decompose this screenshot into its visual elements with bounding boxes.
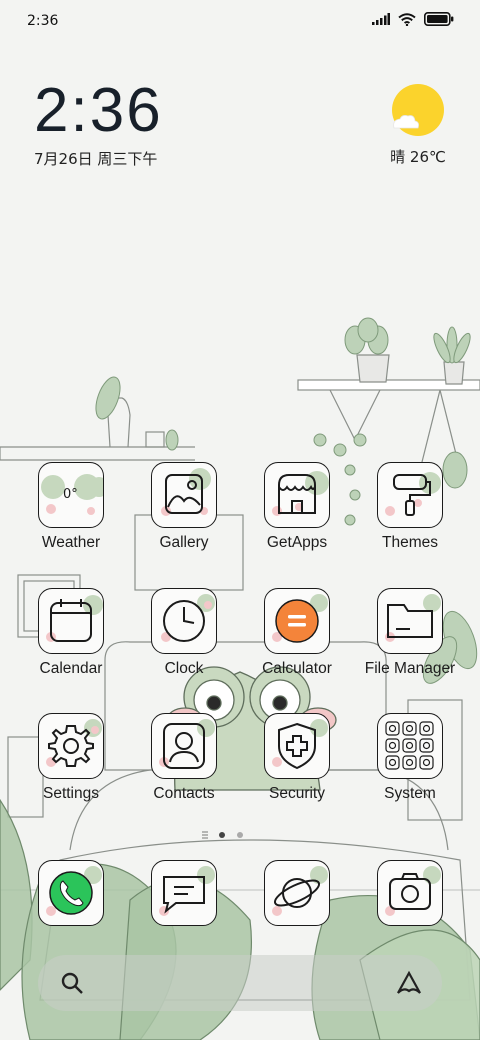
app-label: Calculator (262, 660, 332, 677)
search-icon[interactable] (58, 969, 86, 997)
search-bar[interactable] (38, 955, 442, 1011)
app-label: GetApps (266, 534, 328, 551)
clock-icon[interactable] (151, 588, 217, 654)
app-label: Settings (42, 785, 99, 802)
wifi-icon (398, 12, 416, 26)
signal-icon (372, 13, 390, 25)
messages-app-icon[interactable] (151, 860, 217, 926)
app-security[interactable]: Security (242, 713, 352, 803)
shield-icon (278, 722, 316, 770)
app-calculator[interactable]: Calculator (242, 588, 352, 678)
calendar-glyph-icon (50, 599, 92, 642)
calculator-icon[interactable] (264, 588, 330, 654)
app-contacts[interactable]: Contacts (129, 713, 239, 803)
file-manager-icon[interactable] (377, 588, 443, 654)
app-weather[interactable]: 0° Weather (16, 462, 126, 552)
browser-app-icon[interactable] (264, 860, 330, 926)
folder-grid-icon (385, 721, 434, 770)
gallery-icon[interactable] (151, 462, 217, 528)
app-label: File Manager (364, 660, 456, 677)
folder-glyph-icon (387, 604, 433, 638)
dock-browser[interactable] (242, 860, 352, 926)
browser-icon (273, 878, 321, 908)
app-label: Weather (41, 534, 101, 551)
phone-icon (49, 871, 93, 915)
app-clock[interactable]: Clock (129, 588, 239, 678)
clock-date: 7月26日 周三下午 (34, 150, 158, 168)
app-label: Security (269, 785, 325, 802)
app-system-folder[interactable]: System (355, 713, 465, 803)
camera-icon (389, 873, 431, 910)
status-icons (372, 12, 454, 26)
app-settings[interactable]: Settings (16, 713, 126, 803)
camera-app-icon[interactable] (377, 860, 443, 926)
app-label: Gallery (159, 534, 209, 551)
calendar-icon[interactable] (38, 588, 104, 654)
page-dot-active (219, 832, 225, 838)
gallery-glyph-icon (165, 474, 203, 514)
app-label: Calendar (39, 660, 103, 677)
dock-phone[interactable] (16, 860, 126, 926)
app-file-manager[interactable]: File Manager (355, 588, 465, 678)
getapps-icon[interactable] (264, 462, 330, 528)
paint-roller-icon (393, 474, 431, 516)
page-indicator[interactable] (200, 830, 280, 840)
app-calendar[interactable]: Calendar (16, 588, 126, 678)
weather-widget[interactable]: 晴 26℃ (380, 80, 456, 167)
clock-widget[interactable]: 2:36 7月26日 周三下午 (34, 80, 163, 169)
dock-messages[interactable] (129, 860, 239, 926)
equals-icon (275, 599, 319, 643)
messages-icon (163, 876, 205, 914)
dock-camera[interactable] (355, 860, 465, 926)
page-dot (237, 832, 243, 838)
sun-cloud-icon (392, 84, 444, 136)
clock-glyph-icon (163, 600, 205, 642)
status-bar: 2:36 (0, 0, 480, 44)
gear-icon (48, 725, 94, 767)
app-themes[interactable]: Themes (355, 462, 465, 552)
themes-icon[interactable] (377, 462, 443, 528)
battery-icon (424, 12, 454, 26)
app-gallery[interactable]: Gallery (129, 462, 239, 552)
system-folder-icon[interactable] (377, 713, 443, 779)
weather-app-temp: 0° (63, 487, 78, 502)
store-glyph-icon (278, 474, 316, 514)
clock-time: 2:36 (34, 76, 163, 145)
settings-icon[interactable] (38, 713, 104, 779)
person-icon (163, 723, 205, 769)
app-label: System (384, 785, 436, 802)
app-getapps[interactable]: GetApps (242, 462, 352, 552)
weather-text: 晴 26℃ (390, 148, 446, 166)
phone-app-icon[interactable] (38, 860, 104, 926)
weather-app-icon[interactable]: 0° (38, 462, 104, 528)
app-label: Clock (164, 660, 204, 677)
assistant-icon[interactable] (394, 969, 424, 997)
status-time: 2:36 (27, 13, 59, 29)
app-label: Contacts (153, 785, 215, 802)
security-icon[interactable] (264, 713, 330, 779)
contacts-icon[interactable] (151, 713, 217, 779)
app-label: Themes (382, 534, 438, 551)
